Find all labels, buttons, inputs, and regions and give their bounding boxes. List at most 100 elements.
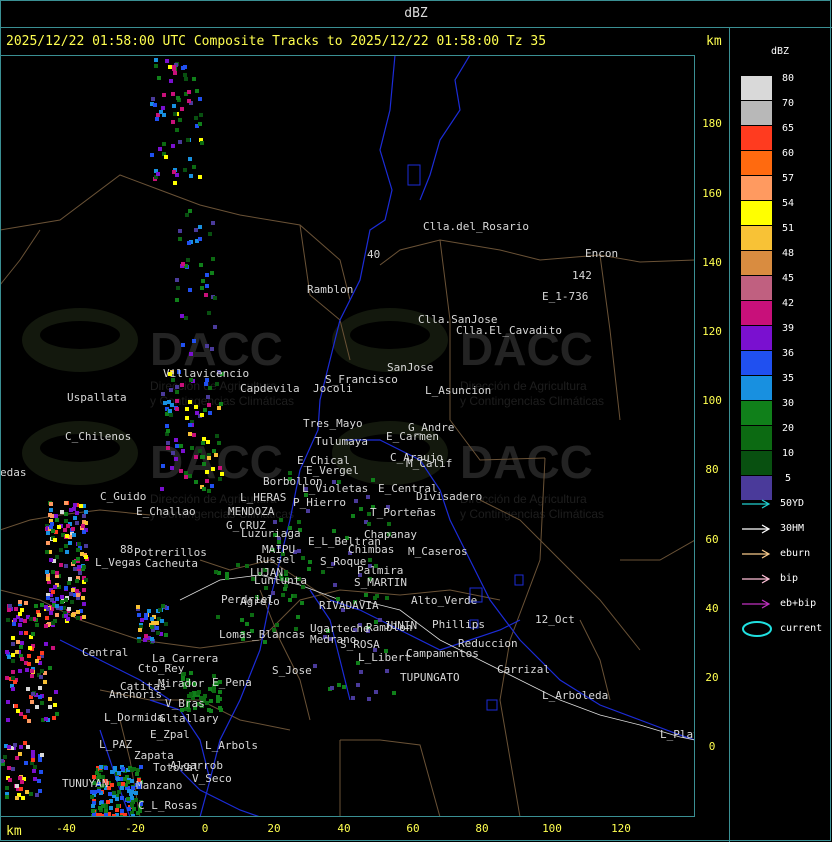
echo-pixel bbox=[21, 796, 25, 800]
echo-pixel bbox=[64, 614, 68, 618]
echo-pixel bbox=[215, 382, 219, 386]
echo-pixel bbox=[192, 77, 196, 81]
echo-pixel bbox=[194, 116, 198, 120]
echo-pixel bbox=[104, 809, 108, 813]
echo-pixel bbox=[16, 640, 20, 644]
echo-pixel bbox=[69, 592, 73, 596]
place-label: SanJose bbox=[387, 361, 433, 374]
echo-pixel bbox=[297, 520, 301, 524]
echo-pixel bbox=[288, 598, 292, 602]
echo-pixel bbox=[120, 809, 124, 813]
echo-pixel bbox=[24, 631, 28, 635]
echo-pixel bbox=[201, 441, 205, 445]
place-label: Encon bbox=[585, 247, 618, 260]
echo-pixel bbox=[165, 424, 169, 428]
echo-pixel bbox=[51, 570, 55, 574]
echo-pixel bbox=[144, 634, 148, 638]
legend-swatch bbox=[741, 326, 772, 350]
echo-pixel bbox=[11, 670, 15, 674]
echo-pixel bbox=[158, 147, 162, 151]
echo-pixel bbox=[281, 593, 285, 597]
echo-pixel bbox=[202, 487, 206, 491]
echo-pixel bbox=[18, 669, 22, 673]
echo-pixel bbox=[49, 558, 53, 562]
echo-pixel bbox=[48, 697, 52, 701]
echo-pixel bbox=[164, 155, 168, 159]
echo-pixel bbox=[48, 705, 52, 709]
echo-pixel bbox=[40, 701, 44, 705]
echo-pixel bbox=[55, 604, 59, 608]
echo-pixel bbox=[115, 797, 119, 801]
echo-pixel bbox=[202, 437, 206, 441]
echo-pixel bbox=[24, 601, 28, 605]
echo-pixel bbox=[181, 343, 185, 347]
echo-pixel bbox=[171, 92, 175, 96]
place-label: Capdevila bbox=[240, 382, 300, 395]
echo-pixel bbox=[8, 778, 12, 782]
echo-pixel bbox=[90, 795, 94, 799]
echo-pixel bbox=[104, 766, 108, 770]
legend-swatch bbox=[741, 176, 772, 200]
echo-pixel bbox=[151, 621, 155, 625]
echo-pixel bbox=[190, 446, 194, 450]
echo-pixel bbox=[60, 510, 64, 514]
echo-pixel bbox=[245, 622, 249, 626]
echo-pixel bbox=[31, 758, 35, 762]
echo-pixel bbox=[201, 279, 205, 283]
echo-pixel bbox=[164, 622, 168, 626]
echo-pixel bbox=[69, 508, 73, 512]
echo-pixel bbox=[77, 542, 81, 546]
echo-pixel bbox=[93, 790, 97, 794]
echo-pixel bbox=[78, 571, 82, 575]
echo-pixel bbox=[154, 58, 158, 62]
place-label: P_Hierro bbox=[293, 496, 346, 509]
radar-map[interactable]: DACCDirección de Agriculturay Contingenc… bbox=[0, 55, 695, 817]
echo-pixel bbox=[26, 687, 30, 691]
echo-pixel bbox=[205, 273, 209, 277]
place-label: E_Challao bbox=[136, 505, 196, 518]
echo-pixel bbox=[207, 489, 211, 493]
place-label: Central bbox=[82, 646, 128, 659]
echo-pixel bbox=[169, 79, 173, 83]
y-axis-unit: km bbox=[706, 34, 722, 49]
echo-pixel bbox=[23, 619, 27, 623]
legend-level-label: 42 bbox=[781, 298, 795, 309]
place-label: S_Jose bbox=[272, 664, 312, 677]
echo-pixel bbox=[14, 704, 18, 708]
echo-pixel bbox=[180, 314, 184, 318]
echo-pixel bbox=[64, 564, 68, 568]
echo-pixel bbox=[31, 692, 35, 696]
echo-pixel bbox=[175, 390, 179, 394]
legend-swatch bbox=[741, 101, 772, 125]
echo-pixel bbox=[392, 691, 396, 695]
echo-pixel bbox=[216, 695, 220, 699]
legend-swatch bbox=[741, 276, 772, 300]
echo-pixel bbox=[170, 403, 174, 407]
place-label: C_Chilenos bbox=[65, 430, 131, 443]
echo-pixel bbox=[156, 631, 160, 635]
echo-pixel bbox=[283, 587, 287, 591]
echo-pixel bbox=[116, 777, 120, 781]
echo-pixel bbox=[15, 796, 19, 800]
echo-pixel bbox=[196, 691, 200, 695]
echo-pixel bbox=[76, 557, 80, 561]
place-label: C_Guido bbox=[100, 490, 146, 503]
echo-pixel bbox=[44, 624, 48, 628]
echo-pixel bbox=[183, 73, 187, 77]
legend-swatch bbox=[741, 351, 772, 375]
echo-pixel bbox=[174, 438, 178, 442]
echo-pixel bbox=[116, 804, 120, 808]
echo-pixel bbox=[178, 229, 182, 233]
place-label: TUNUYAN bbox=[62, 777, 108, 790]
place-label: E_1-736 bbox=[542, 290, 588, 303]
place-label: L_Violetas bbox=[302, 482, 368, 495]
echo-pixel bbox=[208, 411, 212, 415]
echo-pixel bbox=[130, 802, 134, 806]
y-tick-label: 60 bbox=[705, 533, 719, 546]
echo-pixel bbox=[137, 639, 141, 643]
echo-pixel bbox=[34, 604, 38, 608]
echo-pixel bbox=[184, 316, 188, 320]
echo-pixel bbox=[29, 617, 33, 621]
echo-pixel bbox=[112, 791, 116, 795]
echo-pixel bbox=[126, 797, 130, 801]
